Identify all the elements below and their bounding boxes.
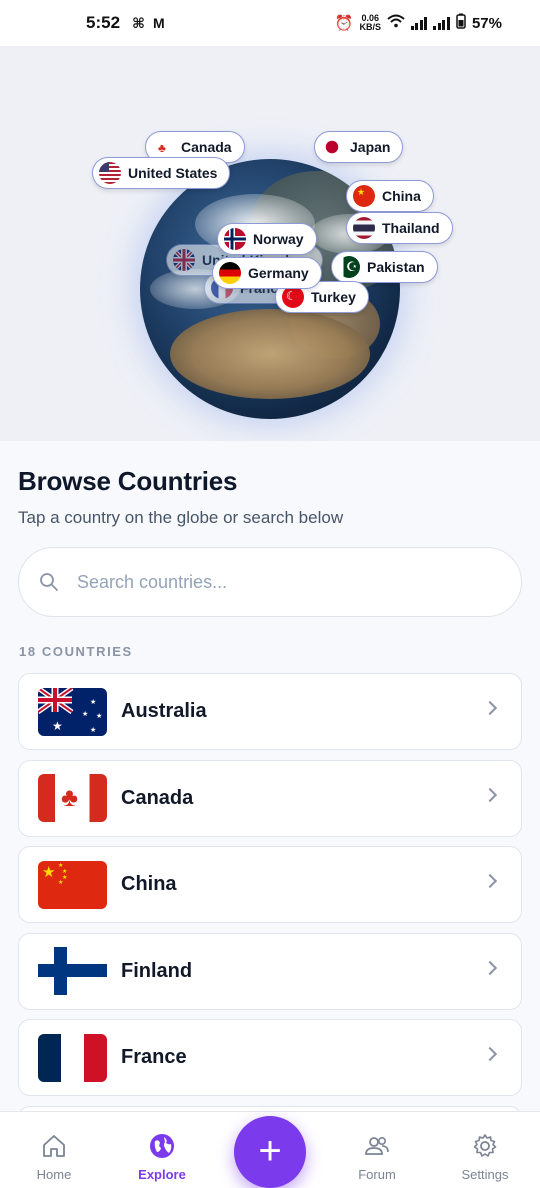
- country-row-canada[interactable]: ♣ Canada: [18, 759, 522, 837]
- globe-icon: [148, 1132, 176, 1160]
- japan-flag-icon: [321, 136, 343, 158]
- chevron-right-icon: [482, 960, 498, 975]
- home-icon: [40, 1132, 68, 1160]
- globe-label-united-states[interactable]: United States: [92, 157, 231, 189]
- signal-2-icon: [433, 16, 450, 30]
- search-bar[interactable]: [18, 547, 522, 617]
- chevron-right-icon: [482, 700, 498, 716]
- country-name: Finland: [121, 959, 193, 982]
- pakistan-flag-icon: ☪: [338, 256, 360, 278]
- wifi-icon: [387, 14, 405, 32]
- australia-flag-icon: ★ ★ ★ ★ ★: [38, 687, 107, 736]
- alarm-icon: ⏰: [334, 15, 354, 32]
- norway-flag-icon: [224, 228, 246, 250]
- nav-settings[interactable]: Settings: [440, 1112, 530, 1188]
- country-list: ★ ★ ★ ★ ★ Australia ♣ Canada ★ ★ ★ ★ ★ China: [18, 673, 522, 1135]
- country-name: Australia: [121, 700, 207, 722]
- country-name: China: [121, 873, 177, 895]
- svg-text:★: ★: [90, 698, 96, 706]
- svg-text:★: ★: [82, 710, 88, 718]
- chevron-right-icon: [482, 1046, 498, 1062]
- gear-icon: [471, 1132, 499, 1160]
- globe-label-china[interactable]: ★ China: [346, 180, 434, 212]
- nav-home[interactable]: Home: [9, 1112, 99, 1188]
- battery-icon: [456, 13, 466, 33]
- globe-label-pakistan[interactable]: ☪ Pakistan: [331, 251, 438, 283]
- country-row-france[interactable]: France: [18, 1019, 522, 1096]
- nav-explore[interactable]: Explore: [117, 1112, 207, 1188]
- svg-text:★: ★: [96, 712, 102, 720]
- china-flag-icon: ★ ★ ★ ★ ★: [38, 860, 107, 909]
- browse-panel: Browse Countries Tap a country on the gl…: [0, 441, 540, 1126]
- capcut-notification-icon: ⌘: [132, 14, 146, 31]
- germany-flag-icon: [219, 262, 241, 284]
- chevron-right-icon: [482, 873, 498, 889]
- canada-flag-icon: ♣: [152, 136, 174, 158]
- france-flag-icon: [38, 1033, 107, 1082]
- finland-flag-icon: [38, 947, 107, 995]
- network-speed: 0.06 KB/S: [359, 13, 381, 32]
- battery-percent: 57%: [471, 14, 502, 32]
- plus-icon: +: [258, 1128, 282, 1173]
- globe-label-norway[interactable]: Norway: [217, 223, 317, 255]
- country-name: France: [121, 1046, 187, 1068]
- country-name: Canada: [121, 786, 194, 809]
- canada-flag-icon: ♣: [38, 774, 107, 822]
- svg-text:★: ★: [52, 719, 63, 733]
- page-title: Browse Countries: [18, 466, 238, 496]
- users-icon: [363, 1132, 391, 1160]
- country-count: 18 COUNTRIES: [19, 644, 133, 659]
- nav-forum[interactable]: Forum: [332, 1112, 422, 1188]
- globe-label-thailand[interactable]: Thailand: [346, 212, 453, 244]
- usa-flag-icon: [99, 162, 121, 184]
- globe-label-germany[interactable]: Germany: [212, 257, 322, 289]
- country-row-australia[interactable]: ★ ★ ★ ★ ★ Australia: [18, 673, 522, 750]
- page-subtitle: Tap a country on the globe or search bel…: [18, 508, 344, 527]
- china-flag-icon: ★: [353, 185, 375, 207]
- add-button[interactable]: +: [234, 1116, 306, 1188]
- status-bar: 5:52 ⌘ M ⏰ 0.06 KB/S 57%: [0, 0, 540, 46]
- chevron-right-icon: [482, 787, 498, 802]
- svg-text:★: ★: [90, 726, 96, 734]
- status-time: 5:52: [86, 13, 121, 32]
- search-icon: [39, 572, 59, 592]
- globe-view[interactable]: France United Kingdom ♣ Canada Japan Uni…: [0, 46, 540, 441]
- gmail-notification-icon: M: [153, 14, 165, 31]
- country-row-finland[interactable]: Finland: [18, 932, 522, 1010]
- turkey-flag-icon: ☾: [282, 286, 304, 308]
- signal-1-icon: [410, 16, 428, 30]
- country-row-china[interactable]: ★ ★ ★ ★ ★ China: [18, 846, 522, 923]
- search-input[interactable]: [77, 571, 457, 593]
- globe-label-japan[interactable]: Japan: [314, 131, 404, 163]
- thailand-flag-icon: [353, 217, 375, 239]
- uk-flag-icon: [173, 249, 195, 271]
